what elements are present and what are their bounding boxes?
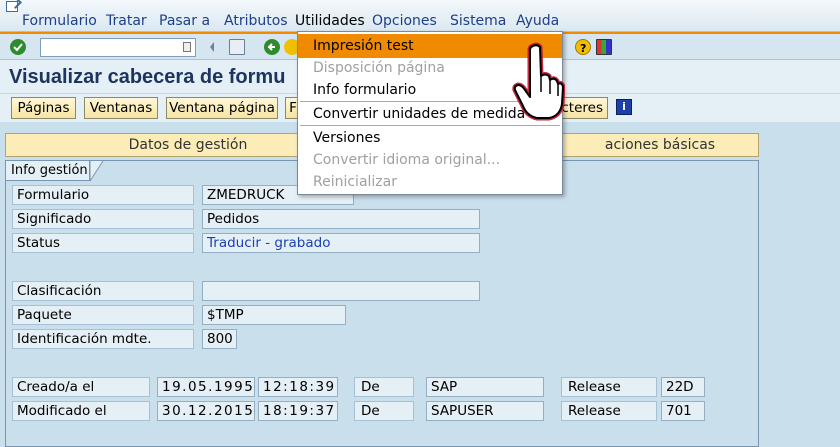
enter-icon[interactable] bbox=[10, 39, 26, 55]
ventanas-button[interactable]: Ventanas bbox=[84, 97, 158, 119]
identificacion-field[interactable]: 800 bbox=[202, 329, 237, 349]
paquete-label: Paquete bbox=[12, 305, 194, 325]
menu-sistema[interactable]: Sistema bbox=[450, 13, 506, 29]
paginas-button[interactable]: Páginas bbox=[11, 97, 76, 119]
layout-icon[interactable] bbox=[596, 39, 612, 55]
modificado-label: Modificado el bbox=[12, 401, 150, 421]
group-label: Info gestión bbox=[6, 161, 90, 181]
creado-release-field[interactable]: 22D bbox=[661, 377, 705, 397]
creado-date-field[interactable]: 19.05.1995 bbox=[157, 377, 255, 397]
group-label-corner bbox=[90, 161, 104, 182]
status-field[interactable]: Traducir - grabado bbox=[202, 233, 480, 253]
info-gestion-panel: Info gestión Formulario ZMEDRUCK Signifi… bbox=[5, 160, 759, 447]
menu-tratar[interactable]: Tratar bbox=[106, 13, 147, 29]
modificado-date-field[interactable]: 30.12.2015 bbox=[157, 401, 255, 421]
paquete-field[interactable]: $TMP bbox=[202, 305, 346, 325]
menu-atributos[interactable]: Atributos bbox=[224, 13, 288, 29]
hand-cursor-icon bbox=[512, 42, 565, 121]
menu-ayuda[interactable]: Ayuda bbox=[516, 13, 559, 29]
page-title: Visualizar cabecera de formu bbox=[9, 66, 286, 88]
creado-release-label: Release bbox=[561, 377, 657, 397]
svg-text:?: ? bbox=[580, 42, 586, 55]
clasificacion-field[interactable] bbox=[202, 281, 480, 301]
command-field[interactable] bbox=[40, 38, 196, 57]
nav-left-icon[interactable] bbox=[208, 39, 216, 55]
save-icon[interactable] bbox=[229, 39, 245, 55]
menu-option-versiones[interactable]: Versiones bbox=[298, 126, 562, 150]
status-label: Status bbox=[12, 233, 194, 253]
modificado-time-field[interactable]: 18:19:37 bbox=[258, 401, 338, 421]
significado-label: Significado bbox=[12, 209, 194, 229]
significado-field[interactable]: Pedidos bbox=[202, 209, 480, 229]
clasificacion-label: Clasificación bbox=[12, 281, 194, 301]
modificado-release-field[interactable]: 701 bbox=[661, 401, 705, 421]
ventana-pagina-button[interactable]: Ventana página bbox=[166, 97, 278, 119]
back-icon[interactable] bbox=[264, 39, 280, 55]
creado-time-field[interactable]: 12:18:39 bbox=[258, 377, 338, 397]
menu-option-reinicializar: Reinicializar bbox=[313, 174, 397, 190]
formulario-label: Formulario bbox=[12, 185, 194, 205]
system-menu-icon[interactable] bbox=[6, 1, 18, 12]
identificacion-label: Identificación mdte. bbox=[12, 329, 194, 349]
menu-option-convertir-idioma: Convertir idioma original... bbox=[313, 152, 501, 168]
creado-user-field[interactable]: SAP bbox=[426, 377, 544, 397]
help-icon[interactable]: ? bbox=[575, 39, 591, 55]
creado-de-label: De bbox=[354, 377, 414, 397]
creado-label: Creado/a el bbox=[12, 377, 150, 397]
modificado-de-label: De bbox=[354, 401, 414, 421]
menu-bar: Formulario Tratar Pasar a Atributos Util… bbox=[0, 0, 840, 32]
modificado-release-label: Release bbox=[561, 401, 657, 421]
command-history-icon[interactable] bbox=[183, 42, 191, 52]
menu-pasar-a[interactable]: Pasar a bbox=[159, 13, 210, 29]
menu-formulario[interactable]: Formulario bbox=[22, 13, 97, 29]
info-icon[interactable]: i bbox=[616, 99, 632, 115]
modificado-user-field[interactable]: SAPUSER bbox=[426, 401, 544, 421]
menu-utilidades[interactable]: Utilidades bbox=[295, 13, 365, 29]
menu-opciones[interactable]: Opciones bbox=[372, 13, 437, 29]
